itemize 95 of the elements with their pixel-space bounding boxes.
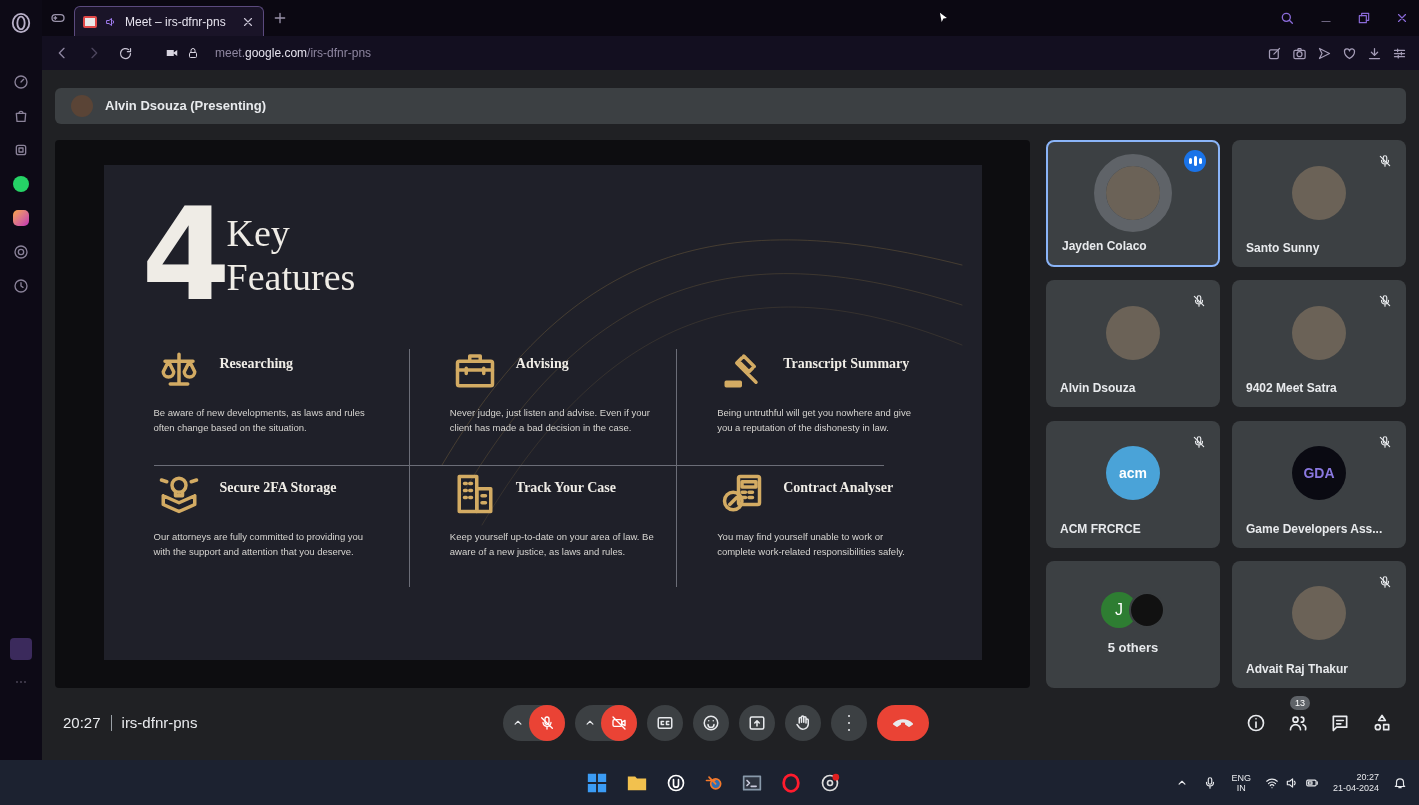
language-indicator[interactable]: ENG — [1231, 772, 1251, 783]
info-icon[interactable] — [1246, 713, 1266, 733]
participant-tile[interactable]: acm ACM FRCRCE — [1046, 420, 1220, 548]
avatar-photo-placeholder — [1292, 165, 1346, 220]
chromium-icon[interactable] — [820, 772, 840, 793]
speaker-icon[interactable] — [1284, 775, 1299, 790]
participant-count: 13 — [1290, 696, 1310, 710]
start-icon[interactable] — [586, 771, 608, 794]
bag-icon[interactable] — [13, 108, 29, 124]
participant-tile[interactable]: 9402 Meet Satra — [1232, 280, 1406, 408]
participant-name: 5 others — [1107, 638, 1159, 657]
cc-icon — [656, 714, 674, 732]
speed-dial-icon[interactable] — [13, 74, 29, 90]
browser-logo-icon[interactable] — [10, 12, 32, 34]
notification-icon[interactable] — [1393, 775, 1407, 790]
reload-icon[interactable] — [118, 45, 133, 61]
browser-logo-icon[interactable] — [780, 771, 802, 794]
chat-icon[interactable] — [1330, 713, 1350, 733]
participant-name: Advait Raj Thakur — [1246, 660, 1349, 678]
feature-description: You may find yourself unable to work or complete work-related responsibilities safely. — [717, 530, 906, 559]
history-icon[interactable] — [13, 278, 29, 294]
participant-name: Santo Sunny — [1246, 240, 1320, 257]
feature-description: Never judge, just listen and advise. Even if your client has made a bad decision in the case. — [449, 406, 651, 435]
feature-description: Being untruthful will get you nowhere and give you a reputation of the dishonesty in law. — [717, 406, 912, 435]
slide-title-line: Features — [226, 255, 356, 299]
phone-icon — [893, 719, 913, 727]
photo-app-icon[interactable] — [13, 210, 29, 226]
participant-tile[interactable]: Alvin Dsouza — [1046, 280, 1220, 408]
reactions-button[interactable] — [693, 705, 729, 741]
feature-heading: Track Your Case — [515, 479, 616, 497]
camera-icon[interactable] — [1292, 45, 1307, 61]
speaker-icon[interactable] — [105, 15, 117, 28]
engine-icon[interactable] — [666, 772, 686, 793]
camera-button[interactable] — [601, 705, 637, 741]
feature-heading: Transcript Summary — [783, 355, 910, 373]
present-icon — [748, 714, 766, 732]
lock-icon — [187, 47, 199, 59]
captions-button[interactable] — [647, 705, 683, 741]
meeting-code: irs-dfnr-pns — [121, 712, 198, 733]
logo-text: acm — [1119, 463, 1147, 483]
slide-number: 4 — [141, 205, 223, 305]
clock-time[interactable]: 20:27 — [1356, 771, 1379, 783]
camera-icon — [611, 715, 627, 731]
feature-description: Be aware of new developments, as laws and rules often change based on the situation. — [153, 406, 366, 435]
tab-title: Meet – irs-dfnr-pns — [125, 13, 227, 31]
participant-name: ACM FRCRCE — [1060, 520, 1141, 538]
meet-favicon-icon — [83, 15, 97, 28]
feature-heading: Researching — [219, 355, 294, 373]
avatar-photo-placeholder — [1292, 586, 1346, 641]
people-icon[interactable] — [1288, 713, 1308, 733]
participant-name: Game Developers Ass... — [1246, 520, 1383, 538]
participant-tile[interactable]: Santo Sunny — [1232, 140, 1406, 267]
leave-call-button[interactable] — [877, 705, 929, 741]
clock-date[interactable]: 21-04-2024 — [1332, 782, 1379, 794]
participant-tile[interactable]: J 5 others — [1046, 560, 1220, 688]
participant-tile[interactable]: Jayden Colaco — [1046, 140, 1220, 267]
participant-name: Alvin Dsouza — [1060, 380, 1136, 398]
raise-hand-button[interactable] — [785, 705, 821, 741]
url-field[interactable]: meet.google.com/irs-dfnr-pns — [215, 44, 372, 62]
feature-heading: Secure 2FA Storage — [219, 479, 337, 497]
avatar-photo-placeholder — [1106, 305, 1160, 360]
restore-icon[interactable] — [1357, 11, 1371, 25]
mic-icon — [539, 715, 555, 731]
emoji-icon — [702, 714, 720, 732]
hand-icon — [794, 714, 812, 732]
search-icon[interactable] — [1279, 10, 1295, 26]
send-icon[interactable] — [1317, 45, 1332, 61]
avatar-photo-placeholder — [71, 95, 93, 117]
slide-title-line: Key — [226, 211, 291, 255]
target-icon[interactable] — [13, 244, 29, 260]
feature-description: Keep yourself up-to-date on your area of law. Be aware of a new justice, as laws and rules. — [449, 530, 655, 559]
region-indicator[interactable]: IN — [1236, 782, 1246, 793]
participant-name: 9402 Meet Satra — [1246, 380, 1337, 398]
feature-heading: Advising — [515, 355, 569, 373]
participant-tile[interactable]: GDA Game Developers Ass... — [1232, 420, 1406, 548]
browser-tab[interactable]: Meet – irs-dfnr-pns — [74, 6, 264, 36]
participant-tile[interactable]: Advait Raj Thakur — [1232, 560, 1406, 688]
edit-icon[interactable] — [1267, 45, 1282, 61]
logo-text: GDA — [1303, 463, 1335, 483]
grid-icon[interactable] — [13, 142, 29, 158]
more-icon — [847, 714, 851, 732]
new-tab-icon[interactable] — [272, 10, 288, 26]
feature-heading: Contract Analyser — [783, 479, 894, 497]
presenter-name: Alvin Dsouza (Presenting) — [105, 97, 267, 116]
meeting-time: 20:27 — [63, 712, 101, 733]
activities-icon[interactable] — [1372, 713, 1392, 733]
chat-app-icon[interactable] — [13, 176, 29, 192]
participant-name: Jayden Colaco — [1062, 238, 1147, 255]
heart-icon[interactable] — [1342, 45, 1357, 61]
present-button[interactable] — [739, 705, 775, 741]
avatar-photo-placeholder — [1292, 305, 1346, 360]
feature-description: Our attorneys are fully committed to providing you with the support and attention that you deserve. — [153, 530, 365, 559]
download-icon[interactable] — [1367, 45, 1382, 61]
microphone-button[interactable] — [529, 705, 565, 741]
close-icon[interactable] — [1395, 11, 1409, 25]
